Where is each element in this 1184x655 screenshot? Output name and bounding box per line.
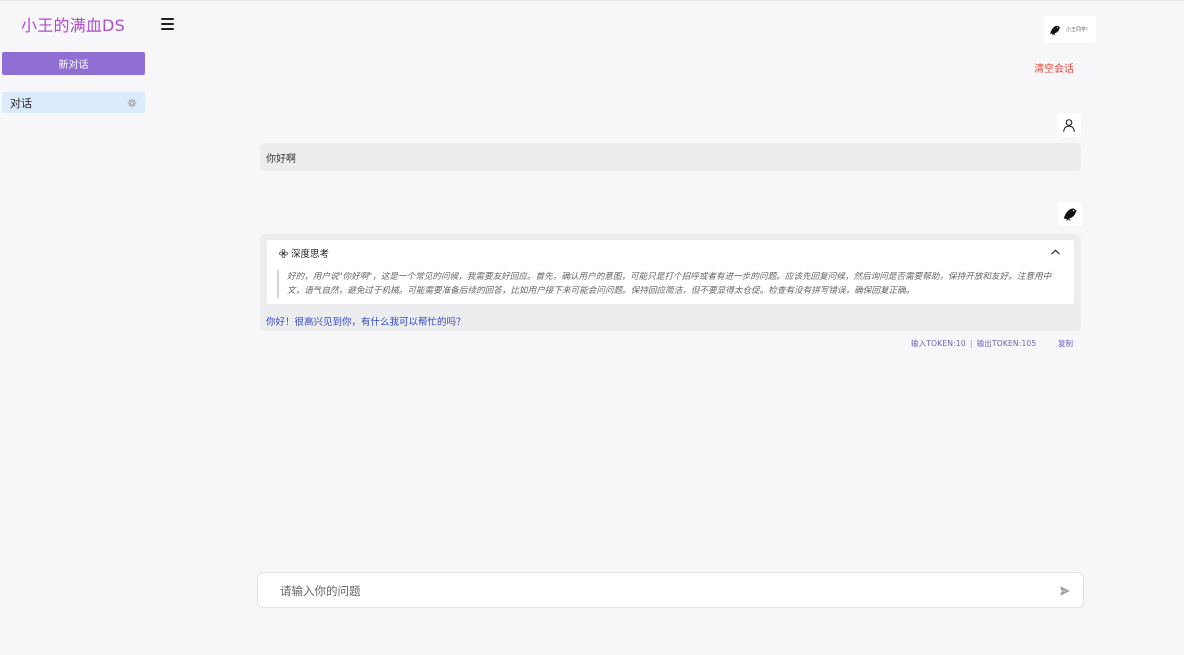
composer: [257, 572, 1084, 608]
bird-avatar-icon: [1063, 208, 1078, 222]
avatar-caption: 小王同学!: [1066, 26, 1089, 33]
brand-title: 小王的满血DS: [21, 16, 125, 35]
new-chat-button[interactable]: 新对话: [2, 52, 145, 75]
chevron-up-icon[interactable]: [1050, 248, 1060, 256]
user-icon: [1063, 119, 1075, 132]
top-divider: [0, 0, 1184, 1]
assistant-message: 深度思考 好的，用户说"你好啊"，这是一个常见的问候，我需要友好回应。首先，确认…: [260, 234, 1081, 331]
copy-button[interactable]: 复制: [1058, 338, 1073, 349]
conversation-item[interactable]: 对话: [2, 92, 145, 113]
gear-icon[interactable]: [127, 98, 137, 108]
profile-avatar[interactable]: 小王同学!: [1044, 16, 1096, 43]
conversation-label: 对话: [10, 96, 32, 110]
sidebar: 小王的满血DS 新对话 对话: [0, 0, 150, 655]
assistant-answer: 你好！很高兴见到你，有什么我可以帮忙的吗？: [266, 317, 466, 328]
deep-think-title: 深度思考: [291, 249, 330, 260]
assistant-avatar: [1058, 202, 1082, 226]
user-avatar: [1057, 113, 1081, 137]
bird-avatar-icon: [1050, 25, 1061, 36]
clear-conversation-button[interactable]: 清空会话: [1034, 60, 1074, 75]
question-input[interactable]: [278, 581, 1038, 601]
input-token-count: 输入TOKEN:10: [911, 339, 966, 348]
send-icon: [1059, 585, 1070, 596]
user-message: 你好啊: [260, 143, 1081, 171]
flower-icon: [279, 248, 288, 258]
deep-think-header[interactable]: 深度思考: [279, 246, 329, 260]
deep-think-content: 好的，用户说"你好啊"，这是一个常见的问候，我需要友好回应。首先，确认用户的意图…: [277, 270, 1060, 298]
token-usage: 输入TOKEN:10 | 输出TOKEN:105: [911, 339, 1037, 348]
send-button[interactable]: [1058, 584, 1071, 597]
menu-icon[interactable]: [161, 18, 174, 30]
output-token-count: 输出TOKEN:105: [976, 339, 1037, 348]
app: 小王的满血DS 新对话 对话 小王同学! 清空会话 你好啊 深度思考 好的，用户…: [0, 0, 1184, 655]
deep-think-panel: 深度思考 好的，用户说"你好啊"，这是一个常见的问候，我需要友好回应。首先，确认…: [267, 240, 1074, 304]
